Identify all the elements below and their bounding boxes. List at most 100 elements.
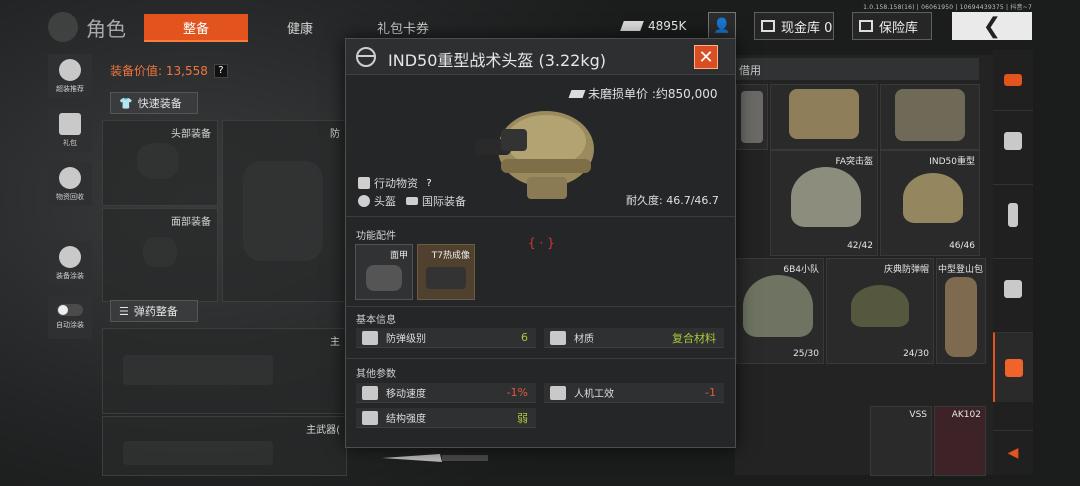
armor-slot[interactable]: 防 xyxy=(222,120,347,302)
inventory-item[interactable]: 中型登山包 xyxy=(936,258,986,364)
attachment-slot-face-shield[interactable]: 面甲 xyxy=(355,244,413,300)
box-icon xyxy=(1004,279,1022,298)
inventory-item[interactable]: 6B4小队 25/30 xyxy=(736,258,824,364)
tab-health[interactable]: 健康 xyxy=(270,14,330,40)
close-button[interactable]: ✕ xyxy=(694,45,718,69)
nav-recommend[interactable]: 超装推荐 xyxy=(48,54,92,98)
nav-paint[interactable]: 装备涂装 xyxy=(48,241,92,285)
stat-value: 弱 xyxy=(517,411,528,425)
armor-placeholder-icon xyxy=(243,161,323,261)
inventory-item[interactable]: IND50重型 46/46 xyxy=(880,150,980,256)
stat-structure: 结构强度 弱 xyxy=(356,408,536,428)
nav-gift[interactable]: 礼包 xyxy=(48,108,92,152)
item-name: AK102 xyxy=(951,410,981,420)
help-icon[interactable]: ? xyxy=(422,176,436,190)
inventory-header: 借用 xyxy=(735,58,979,80)
inventory-item[interactable] xyxy=(880,84,980,150)
main-weapon-slot-1[interactable]: 主 xyxy=(102,328,347,414)
character-logo-icon xyxy=(48,12,78,42)
back-button[interactable]: ❮ xyxy=(952,12,1032,40)
pistol-icon xyxy=(550,385,566,400)
caret-left-icon: ◀ xyxy=(1007,445,1019,461)
rail-collapse[interactable]: ◀ xyxy=(993,430,1033,475)
safe-button[interactable]: 保险库 xyxy=(852,12,932,40)
equipment-value-label: 装备价值: 13,558 xyxy=(110,64,208,78)
attachment-name: T7热成像 xyxy=(431,251,470,261)
helmet-icon xyxy=(903,173,963,223)
vest-icon xyxy=(895,89,965,141)
helmet-icon xyxy=(791,167,861,227)
item-name: FA突击盔 xyxy=(835,157,873,167)
item-name: 6B4小队 xyxy=(783,265,819,275)
ammo-icon: ☰ xyxy=(119,304,129,318)
item-detail-modal: IND50重型战术头盔 (3.22kg) ✕ 未磨损单价 :约850,000 行… xyxy=(345,38,736,448)
paint-icon xyxy=(59,245,81,268)
inventory-item[interactable]: AK102 xyxy=(934,406,986,476)
nav-paint-label: 装备涂装 xyxy=(56,271,84,280)
price-label: 未磨损单价 :约850,000 xyxy=(588,87,718,101)
rail-box[interactable] xyxy=(993,258,1033,318)
tab-gift-cards[interactable]: 礼包卡券 xyxy=(368,14,438,40)
tab-equip[interactable]: 整备 xyxy=(144,14,248,42)
ammo-equip-button[interactable]: ☰ 弹药整备 xyxy=(110,300,198,322)
stat-armor-level: 防弹级别 6 xyxy=(356,328,536,348)
face-slot[interactable]: 面部装备 xyxy=(102,208,218,302)
rail-ammo[interactable] xyxy=(993,184,1033,244)
head-slot[interactable]: 头部装备 xyxy=(102,120,218,206)
stat-label: 人机工效 xyxy=(574,389,614,400)
inventory-item[interactable]: VSS xyxy=(870,406,932,476)
inventory-item[interactable] xyxy=(770,84,878,150)
item-durability: 24/30 xyxy=(903,349,929,359)
helmet-icon xyxy=(358,195,370,207)
inventory-item[interactable]: 庆典防弹帽 24/30 xyxy=(826,258,934,364)
material-icon xyxy=(550,330,566,345)
inventory-item[interactable]: FA突击盔 42/42 xyxy=(770,150,878,256)
avatar[interactable]: 👤 xyxy=(708,12,736,40)
toggle-icon[interactable] xyxy=(57,304,83,316)
stat-label: 材质 xyxy=(574,334,594,345)
rail-sort[interactable] xyxy=(993,50,1033,110)
nav-auto-paint[interactable]: 自动涂装 xyxy=(48,295,92,339)
backpack-icon xyxy=(945,277,977,357)
attachment-slot-thermal[interactable]: T7热成像 xyxy=(417,244,475,300)
structure-icon xyxy=(362,410,378,425)
other-params-title: 其他参数 xyxy=(356,369,396,380)
cash-vault-label: 现金库 0 xyxy=(781,20,833,36)
inventory-item[interactable] xyxy=(736,84,768,150)
quick-equip-button[interactable]: 👕 快速装备 xyxy=(110,92,198,114)
divider xyxy=(346,306,735,307)
face-shield-icon xyxy=(366,265,402,291)
vault-icon xyxy=(761,20,775,32)
origin-tag: 国际装备 xyxy=(406,193,466,209)
armor-slot-label: 防 xyxy=(330,129,340,140)
vest-icon xyxy=(789,89,859,139)
nav-recycle[interactable]: 物资回收 xyxy=(48,162,92,206)
stat-label: 移动速度 xyxy=(386,389,426,400)
page-title: 角色 xyxy=(86,17,126,41)
main-weapon-slot-2-label: 主武器( xyxy=(306,425,340,436)
crosshair-icon: { · } xyxy=(528,236,555,250)
quick-equip-label: 快速装备 xyxy=(137,97,182,110)
slot-type-label: 头盔 xyxy=(374,195,396,208)
running-icon xyxy=(362,385,378,400)
attachment-name: 面甲 xyxy=(389,251,408,261)
rail-clothing[interactable] xyxy=(993,332,1033,402)
equipment-value: 装备价值: 13,558 ? xyxy=(110,62,228,79)
stat-label: 结构强度 xyxy=(386,414,426,425)
item-name: 中型登山包 xyxy=(937,265,983,275)
box-icon xyxy=(358,177,370,189)
recommend-icon xyxy=(59,58,81,81)
divider xyxy=(346,216,735,217)
help-icon[interactable]: ? xyxy=(213,63,228,78)
rifle-placeholder-icon xyxy=(123,441,273,465)
main-weapon-slot-2[interactable]: 主武器( xyxy=(102,416,347,476)
origin-label: 国际装备 xyxy=(422,195,466,208)
shirt-icon xyxy=(1005,358,1023,377)
currency-display[interactable]: 4895K xyxy=(620,14,686,38)
stat-ergonomics: 人机工效 -1 xyxy=(544,383,724,403)
rail-medkit[interactable] xyxy=(993,110,1033,170)
knife-icon xyxy=(380,450,490,464)
nav-gift-label: 礼包 xyxy=(63,138,77,147)
cash-vault-button[interactable]: 现金库 0 xyxy=(754,12,834,40)
head-slot-label: 头部装备 xyxy=(171,129,211,140)
